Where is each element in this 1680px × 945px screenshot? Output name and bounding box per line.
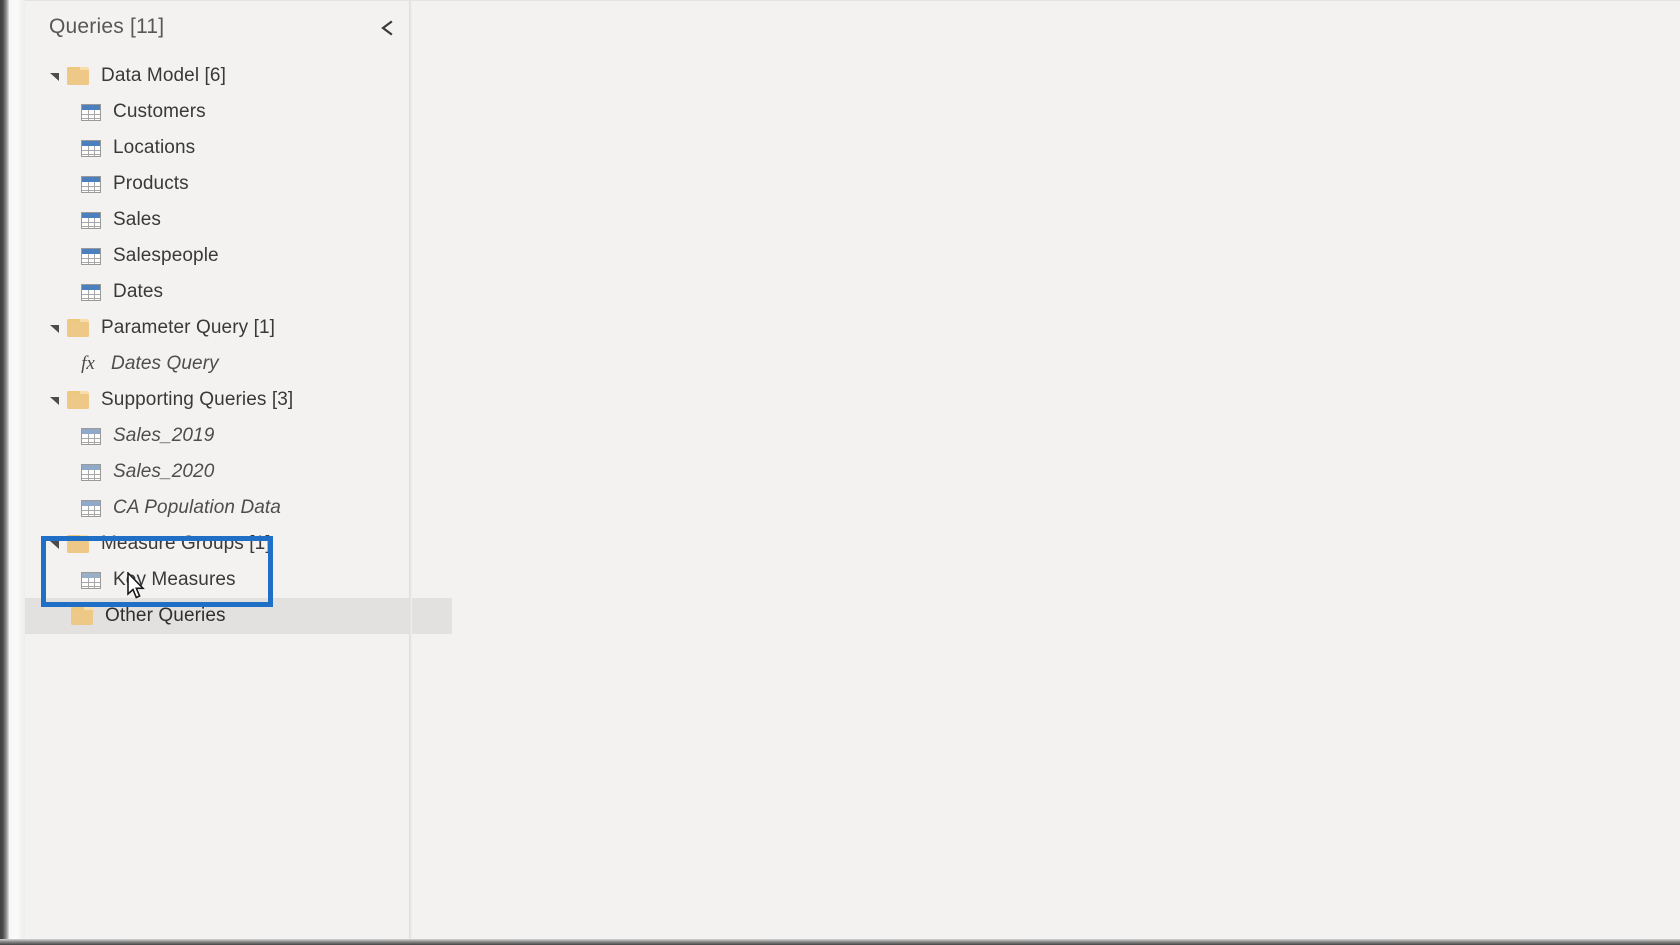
tree-folder-measure-groups[interactable]: Measure Groups [1] [25, 526, 409, 562]
queries-tree[interactable]: Data Model [6] Customers Locations Produ… [25, 58, 452, 634]
tree-item-label: Customers [113, 101, 206, 122]
folder-icon [67, 319, 89, 337]
power-query-window: Queries [11] Data Model [6] Customers Lo… [0, 0, 1680, 945]
tree-item-sales-2019[interactable]: Sales_2019 [25, 418, 409, 454]
main-canvas [412, 0, 1680, 939]
tree-item-ca-population-data[interactable]: CA Population Data [25, 490, 409, 526]
table-icon [81, 103, 101, 121]
queries-pane: Queries [11] Data Model [6] Customers Lo… [25, 0, 452, 939]
tree-folder-data-model[interactable]: Data Model [6] [25, 58, 409, 94]
tree-folder-parameter-query[interactable]: Parameter Query [1] [25, 310, 409, 346]
tree-item-customers[interactable]: Customers [25, 94, 409, 130]
pane-divider[interactable] [409, 0, 412, 939]
expand-triangle-icon[interactable] [47, 392, 63, 408]
folder-icon [67, 535, 89, 553]
tree-item-label: Key Measures [113, 569, 236, 590]
table-icon [81, 247, 101, 265]
tree-item-label: Products [113, 173, 189, 194]
collapse-pane-button[interactable] [370, 12, 404, 44]
window-bottom-edge [0, 939, 1680, 945]
tree-folder-supporting-queries[interactable]: Supporting Queries [3] [25, 382, 409, 418]
tree-item-label: Sales_2020 [113, 461, 215, 482]
tree-item-label: Salespeople [113, 245, 219, 266]
table-icon [81, 139, 101, 157]
table-icon [81, 571, 101, 589]
table-icon [81, 211, 101, 229]
tree-item-label: Measure Groups [1] [101, 533, 271, 554]
window-top-edge [25, 0, 1680, 1]
tree-item-label: Supporting Queries [3] [101, 389, 294, 410]
folder-icon [67, 391, 89, 409]
tree-folder-other-queries[interactable]: Other Queries [25, 598, 452, 634]
tree-item-label: Sales_2019 [113, 425, 215, 446]
tree-item-label: Sales [113, 209, 162, 230]
tree-item-locations[interactable]: Locations [25, 130, 409, 166]
window-left-inner-edge [9, 0, 25, 945]
tree-item-products[interactable]: Products [25, 166, 409, 202]
table-icon [81, 427, 101, 445]
table-icon [81, 463, 101, 481]
fx-function-icon: fx [81, 353, 95, 374]
tree-item-dates-query[interactable]: fx Dates Query [25, 346, 409, 382]
tree-item-dates[interactable]: Dates [25, 274, 409, 310]
queries-pane-header: Queries [11] [25, 0, 409, 58]
window-left-edge [0, 0, 9, 945]
folder-icon [71, 607, 93, 625]
table-icon [81, 175, 101, 193]
tree-item-label: CA Population Data [113, 497, 281, 518]
tree-item-sales[interactable]: Sales [25, 202, 409, 238]
tree-item-label: Dates Query [111, 353, 219, 374]
tree-item-label: Locations [113, 137, 196, 158]
chevron-left-icon [379, 19, 395, 37]
tree-item-key-measures[interactable]: Key Measures [25, 562, 409, 598]
tree-item-salespeople[interactable]: Salespeople [25, 238, 409, 274]
table-icon [81, 499, 101, 517]
tree-item-label: Dates [113, 281, 164, 302]
tree-item-label: Data Model [6] [101, 65, 226, 86]
expand-triangle-icon[interactable] [47, 68, 63, 84]
tree-item-sales-2020[interactable]: Sales_2020 [25, 454, 409, 490]
page-title: Queries [11] [49, 15, 165, 38]
expand-triangle-icon[interactable] [47, 320, 63, 336]
tree-item-label: Parameter Query [1] [101, 317, 276, 338]
folder-icon [67, 67, 89, 85]
expand-triangle-icon[interactable] [47, 536, 63, 552]
tree-item-label: Other Queries [105, 605, 226, 626]
table-icon [81, 283, 101, 301]
